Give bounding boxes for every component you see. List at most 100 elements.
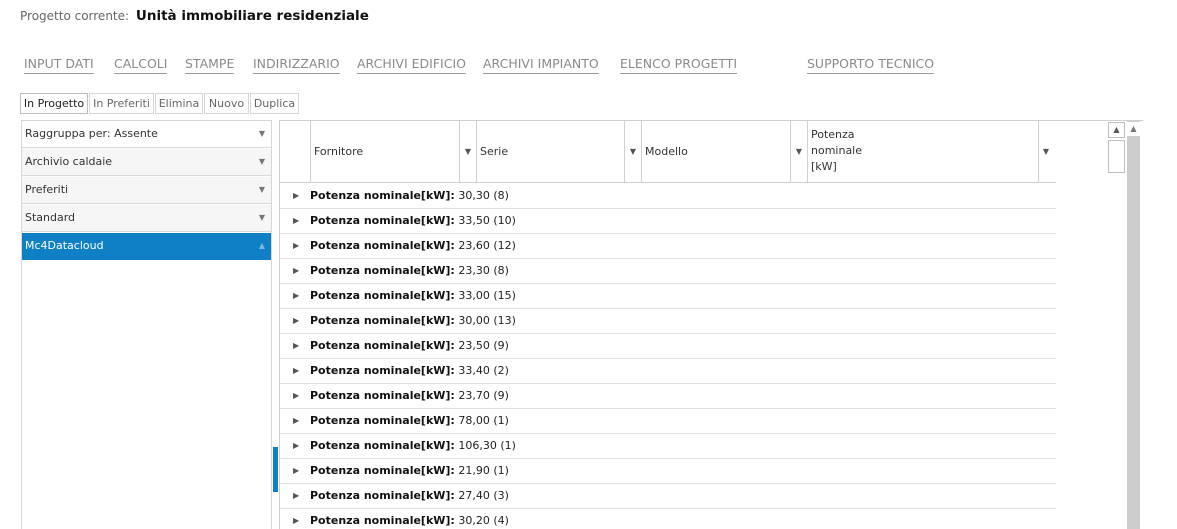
expand-icon[interactable]: ▶ bbox=[293, 433, 299, 458]
expand-icon[interactable]: ▶ bbox=[293, 483, 299, 508]
expand-icon[interactable]: ▶ bbox=[293, 508, 299, 529]
splitter-handle[interactable] bbox=[273, 447, 278, 492]
scrollbar-thumb[interactable] bbox=[1108, 140, 1125, 173]
group-row[interactable]: ▶ Potenza nominale[kW]: 27,40 (3) bbox=[280, 483, 1056, 509]
group-row[interactable]: ▶ Potenza nominale[kW]: 23,70 (9) bbox=[280, 383, 1056, 409]
group-row[interactable]: ▶ Potenza nominale[kW]: 33,40 (2) bbox=[280, 358, 1056, 384]
group-row-text: Potenza nominale[kW]: 33,50 (10) bbox=[310, 208, 516, 233]
group-row-value: 33,00 (15) bbox=[458, 289, 516, 302]
group-row[interactable]: ▶ Potenza nominale[kW]: 23,30 (8) bbox=[280, 258, 1056, 284]
vertical-scrollbar[interactable]: ▲ ▲ bbox=[1107, 121, 1143, 529]
in-preferiti-button[interactable]: In Preferiti bbox=[89, 93, 154, 114]
group-row[interactable]: ▶ Potenza nominale[kW]: 23,50 (9) bbox=[280, 333, 1056, 359]
column-header-modello[interactable]: Modello bbox=[642, 121, 790, 182]
expand-icon[interactable]: ▶ bbox=[293, 333, 299, 358]
group-row[interactable]: ▶ Potenza nominale[kW]: 30,30 (8) bbox=[280, 183, 1056, 209]
expand-icon[interactable]: ▶ bbox=[293, 283, 299, 308]
expand-icon[interactable]: ▶ bbox=[293, 233, 299, 258]
group-row-value: 23,70 (9) bbox=[458, 389, 509, 402]
group-row-text: Potenza nominale[kW]: 23,70 (9) bbox=[310, 383, 509, 408]
expand-icon[interactable]: ▶ bbox=[293, 458, 299, 483]
menu-archivi-impianto[interactable]: ARCHIVI IMPIANTO bbox=[483, 56, 599, 74]
archive-item-preferiti[interactable]: Preferiti ▼ bbox=[22, 177, 271, 204]
filter-fornitore-icon[interactable]: ▼ bbox=[460, 121, 476, 182]
boiler-grid: Fornitore ▼ Serie ▼ Modello ▼ Potenza no… bbox=[279, 120, 1143, 529]
expand-icon[interactable]: ▶ bbox=[293, 358, 299, 383]
archive-item-standard[interactable]: Standard ▼ bbox=[22, 205, 271, 232]
column-header-label: Modello bbox=[645, 145, 688, 158]
chevron-down-icon: ▼ bbox=[258, 185, 265, 194]
outer-scroll-up-icon[interactable]: ▲ bbox=[1127, 122, 1140, 136]
group-row[interactable]: ▶ Potenza nominale[kW]: 23,60 (12) bbox=[280, 233, 1056, 259]
scrollbar-track[interactable] bbox=[1107, 121, 1126, 529]
group-by-label: Raggruppa per: Assente bbox=[25, 127, 158, 140]
chevron-down-icon: ▼ bbox=[258, 157, 265, 166]
column-header-potenza[interactable]: Potenza nominale [kW] bbox=[808, 121, 1038, 182]
grid-header: Fornitore ▼ Serie ▼ Modello ▼ Potenza no… bbox=[280, 121, 1056, 183]
group-row-label: Potenza nominale[kW]: bbox=[310, 314, 455, 327]
menu-archivi-edificio[interactable]: ARCHIVI EDIFICIO bbox=[357, 56, 466, 74]
menu-supporto-tecnico[interactable]: SUPPORTO TECNICO bbox=[807, 56, 935, 74]
archive-item-mc4datacloud[interactable]: Mc4Datacloud ▲ bbox=[22, 233, 271, 260]
column-header-serie[interactable]: Serie bbox=[477, 121, 624, 182]
group-row-label: Potenza nominale[kW]: bbox=[310, 264, 455, 277]
filter-serie-icon[interactable]: ▼ bbox=[625, 121, 641, 182]
group-row[interactable]: ▶ Potenza nominale[kW]: 30,00 (13) bbox=[280, 308, 1056, 334]
archive-item-label: Archivio caldaie bbox=[25, 155, 113, 168]
scroll-up-icon[interactable]: ▲ bbox=[1108, 122, 1125, 138]
filter-potenza-icon[interactable]: ▼ bbox=[1038, 121, 1054, 182]
group-row-text: Potenza nominale[kW]: 78,00 (1) bbox=[310, 408, 509, 433]
duplica-button[interactable]: Duplica bbox=[250, 93, 299, 114]
archive-item-label: Standard bbox=[25, 211, 76, 224]
group-row-value: 30,30 (8) bbox=[458, 189, 509, 202]
group-row-label: Potenza nominale[kW]: bbox=[310, 239, 455, 252]
group-row-text: Potenza nominale[kW]: 27,40 (3) bbox=[310, 483, 509, 508]
group-row-text: Potenza nominale[kW]: 30,30 (8) bbox=[310, 183, 509, 208]
group-row-text: Potenza nominale[kW]: 23,60 (12) bbox=[310, 233, 516, 258]
group-row-text: Potenza nominale[kW]: 106,30 (1) bbox=[310, 433, 516, 458]
chevron-up-icon: ▲ bbox=[258, 241, 265, 250]
filter-modello-icon[interactable]: ▼ bbox=[791, 121, 807, 182]
group-row[interactable]: ▶ Potenza nominale[kW]: 106,30 (1) bbox=[280, 433, 1056, 459]
in-progetto-button[interactable]: In Progetto bbox=[20, 93, 88, 114]
menu-elenco-progetti[interactable]: ELENCO PROGETTI bbox=[620, 56, 738, 74]
group-row[interactable]: ▶ Potenza nominale[kW]: 33,50 (10) bbox=[280, 208, 1056, 234]
group-row-value: 30,20 (4) bbox=[458, 514, 509, 527]
group-row-value: 78,00 (1) bbox=[458, 414, 509, 427]
expand-icon[interactable]: ▶ bbox=[293, 383, 299, 408]
group-row-value: 23,60 (12) bbox=[458, 239, 516, 252]
menu-calcoli[interactable]: CALCOLI bbox=[114, 56, 168, 74]
group-row-label: Potenza nominale[kW]: bbox=[310, 289, 455, 302]
archive-panel: Raggruppa per: Assente ▼ Archivio caldai… bbox=[21, 120, 272, 529]
group-row-value: 23,50 (9) bbox=[458, 339, 509, 352]
group-by-select[interactable]: Raggruppa per: Assente ▼ bbox=[22, 121, 271, 148]
outer-scrollbar-track[interactable] bbox=[1127, 121, 1140, 529]
group-row-text: Potenza nominale[kW]: 30,00 (13) bbox=[310, 308, 516, 333]
group-row[interactable]: ▶ Potenza nominale[kW]: 78,00 (1) bbox=[280, 408, 1056, 434]
menu-indirizzario[interactable]: INDIRIZZARIO bbox=[253, 56, 340, 74]
group-row[interactable]: ▶ Potenza nominale[kW]: 21,90 (1) bbox=[280, 458, 1056, 484]
group-row[interactable]: ▶ Potenza nominale[kW]: 30,20 (4) bbox=[280, 508, 1056, 529]
expand-icon[interactable]: ▶ bbox=[293, 258, 299, 283]
group-row-value: 106,30 (1) bbox=[458, 439, 516, 452]
group-row-label: Potenza nominale[kW]: bbox=[310, 489, 455, 502]
group-row-value: 27,40 (3) bbox=[458, 489, 509, 502]
group-row-text: Potenza nominale[kW]: 23,30 (8) bbox=[310, 258, 509, 283]
menu-input-dati[interactable]: INPUT DATI bbox=[24, 56, 94, 74]
group-row-label: Potenza nominale[kW]: bbox=[310, 189, 455, 202]
menu-stampe[interactable]: STAMPE bbox=[185, 56, 235, 74]
expand-icon[interactable]: ▶ bbox=[293, 408, 299, 433]
group-row[interactable]: ▶ Potenza nominale[kW]: 33,00 (15) bbox=[280, 283, 1056, 309]
archive-item-archivio-caldaie[interactable]: Archivio caldaie ▼ bbox=[22, 149, 271, 176]
expand-icon[interactable]: ▶ bbox=[293, 308, 299, 333]
group-row-value: 33,40 (2) bbox=[458, 364, 509, 377]
elimina-button[interactable]: Elimina bbox=[155, 93, 203, 114]
expand-icon[interactable]: ▶ bbox=[293, 183, 299, 208]
group-row-label: Potenza nominale[kW]: bbox=[310, 389, 455, 402]
column-header-label: Serie bbox=[480, 145, 509, 158]
archive-item-label: Mc4Datacloud bbox=[25, 239, 104, 252]
group-row-label: Potenza nominale[kW]: bbox=[310, 364, 455, 377]
nuovo-button[interactable]: Nuovo bbox=[204, 93, 249, 114]
column-header-fornitore[interactable]: Fornitore bbox=[311, 121, 459, 182]
expand-icon[interactable]: ▶ bbox=[293, 208, 299, 233]
